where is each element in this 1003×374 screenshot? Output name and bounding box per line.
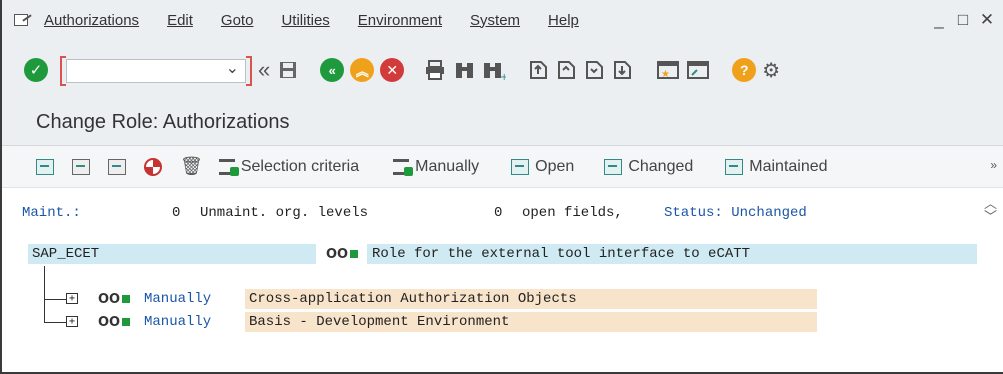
last-page-icon[interactable]: [612, 55, 634, 85]
previous-page-icon[interactable]: [556, 55, 578, 85]
sap-window: Authorizations Edit Goto Utilities Envir…: [0, 0, 1003, 374]
expand-node-icon[interactable]: +: [66, 293, 78, 304]
application-toolbar: 🗑 Selection criteria Manually Open Chang…: [2, 146, 1003, 188]
menu-goto[interactable]: Goto: [221, 12, 254, 29]
menu-bar: Authorizations Edit Goto Utilities Envir…: [2, 0, 1003, 40]
back-icon[interactable]: «: [320, 58, 345, 82]
expand-node-icon[interactable]: +: [66, 316, 78, 327]
settings-icon[interactable]: ⚙: [762, 55, 780, 85]
command-field[interactable]: [66, 58, 246, 83]
find-icon[interactable]: [454, 55, 476, 85]
trash-icon[interactable]: 🗑: [180, 156, 203, 177]
exit-icon[interactable]: ︽: [350, 58, 375, 82]
vertical-scroll-arrows[interactable]: ︿ ﹀: [984, 198, 997, 224]
close-icon[interactable]: ✕: [979, 10, 995, 30]
command-field-wrapper: [60, 56, 252, 86]
manually-button[interactable]: Manually: [393, 158, 479, 176]
child-description: Basis - Development Environment: [249, 314, 510, 330]
role-tree-area: Maint.: 0 Unmaint. org. levels 0 open fi…: [2, 188, 1003, 372]
role-description: Role for the external tool interface to …: [372, 246, 751, 262]
child-status-indicator: OO: [98, 292, 131, 307]
menu-environment[interactable]: Environment: [358, 12, 442, 29]
first-page-icon[interactable]: [528, 55, 550, 85]
menu-help[interactable]: Help: [548, 12, 579, 29]
standard-toolbar: ✓ « « ︽ ✕ +: [2, 40, 1003, 100]
changed-button[interactable]: Changed: [604, 158, 693, 176]
menu-system-icon[interactable]: [14, 12, 36, 28]
find-next-icon[interactable]: +: [482, 55, 506, 85]
role-status-indicator: OO: [326, 247, 359, 262]
shortcut-icon[interactable]: [686, 55, 710, 85]
organizational-levels-icon[interactable]: [144, 157, 162, 176]
tree-connector-vertical: [44, 266, 45, 323]
tree-connector-h1: [44, 299, 66, 300]
collapse-subtree-icon[interactable]: [72, 158, 90, 175]
status-label: Status: Unchanged: [664, 205, 807, 221]
open-icon: [511, 158, 530, 175]
maintained-button[interactable]: Maintained: [725, 158, 828, 176]
menu-utilities[interactable]: Utilities: [281, 12, 329, 29]
status-green-square-icon: [350, 250, 359, 258]
enter-check-icon[interactable]: ✓: [24, 58, 48, 82]
create-session-icon[interactable]: ★: [656, 55, 680, 85]
expand-all-icon[interactable]: [108, 158, 126, 175]
cancel-icon[interactable]: ✕: [380, 58, 405, 82]
status-green-square-icon: [122, 318, 131, 326]
unmaint-org-count: 0: [172, 205, 181, 221]
changed-icon: [604, 158, 623, 175]
back-double-chevron-icon[interactable]: «: [258, 55, 270, 85]
title-bar: Change Role: Authorizations: [2, 100, 1003, 146]
print-icon[interactable]: [424, 55, 446, 85]
more-chevron-icon[interactable]: »: [990, 158, 997, 172]
manually-icon: [393, 158, 414, 176]
command-field-bracket-right: [246, 56, 252, 86]
page-title: Change Role: Authorizations: [36, 111, 290, 133]
maintained-icon: [725, 158, 744, 175]
expand-subtree-icon[interactable]: [36, 158, 54, 175]
svg-text:★: ★: [661, 69, 670, 80]
open-fields-count: 0: [494, 205, 503, 221]
status-green-square-icon: [122, 295, 131, 303]
save-icon[interactable]: [278, 55, 298, 85]
menu-system[interactable]: System: [470, 12, 520, 29]
child-status-indicator: OO: [98, 315, 131, 330]
window-controls: _ □ ✕: [931, 10, 995, 30]
open-fields-label: open fields,: [522, 205, 623, 221]
maint-label: Maint.:: [22, 205, 81, 221]
menu-authorizations[interactable]: Authorizations: [44, 12, 139, 29]
svg-text:+: +: [500, 72, 506, 80]
selection-criteria-icon: [218, 158, 239, 176]
menu-edit[interactable]: Edit: [167, 12, 193, 29]
role-name[interactable]: SAP_ECET: [32, 246, 99, 262]
selection-criteria-button[interactable]: Selection criteria: [218, 158, 359, 176]
child-description: Cross-application Authorization Objects: [249, 291, 577, 307]
help-icon[interactable]: ?: [732, 58, 757, 82]
next-page-icon[interactable]: [584, 55, 606, 85]
child-type-manually[interactable]: Manually: [144, 314, 211, 330]
child-type-manually[interactable]: Manually: [144, 291, 211, 307]
maximize-icon[interactable]: □: [955, 10, 971, 30]
scroll-down-icon[interactable]: ﹀: [984, 211, 997, 224]
minimize-icon[interactable]: _: [931, 10, 947, 30]
tree-connector-h2: [44, 322, 66, 323]
open-button[interactable]: Open: [511, 158, 574, 176]
unmaint-org-label: Unmaint. org. levels: [200, 205, 369, 221]
